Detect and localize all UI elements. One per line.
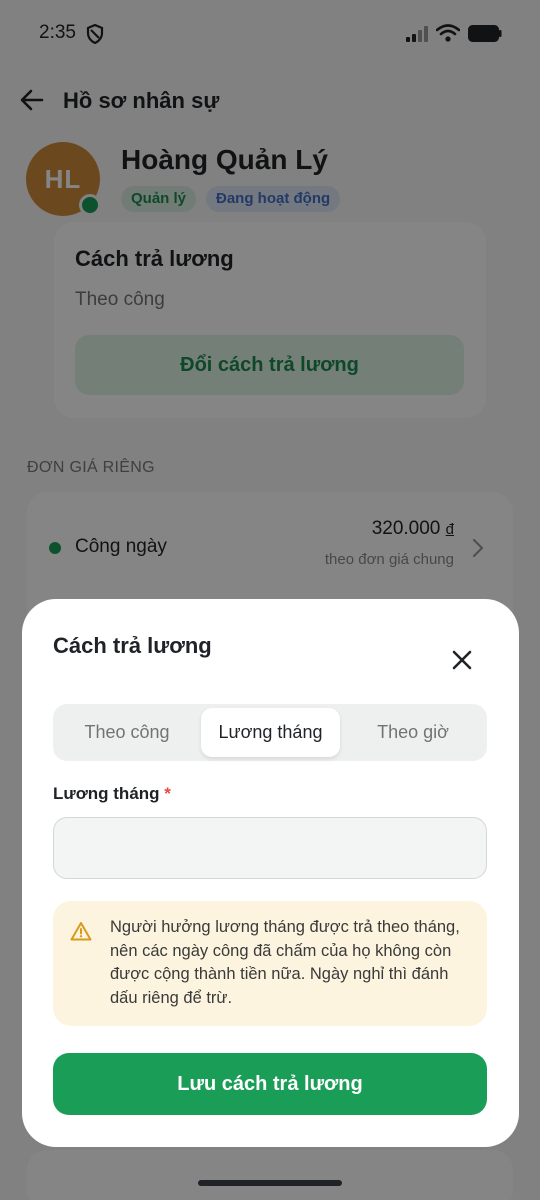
home-indicator[interactable] <box>198 1180 342 1186</box>
required-mark: * <box>164 784 171 803</box>
sheet-title: Cách trả lương <box>53 633 212 658</box>
monthly-salary-label-text: Lương tháng <box>53 784 160 803</box>
alert-text: Người hưởng lương tháng được trả theo th… <box>110 918 460 1007</box>
save-pay-method-button[interactable]: Lưu cách trả lương <box>53 1053 487 1115</box>
pay-method-sheet: Cách trả lương Theo công Lương tháng The… <box>22 599 519 1147</box>
tab-theo-gio[interactable]: Theo giờ <box>343 708 483 757</box>
info-alert: Người hưởng lương tháng được trả theo th… <box>53 901 487 1026</box>
monthly-salary-label: Lương tháng * <box>53 784 171 804</box>
pay-type-segmented-control: Theo công Lương tháng Theo giờ <box>53 704 487 761</box>
close-icon[interactable] <box>447 645 477 675</box>
tab-luong-thang[interactable]: Lương tháng <box>201 708 340 757</box>
warning-triangle-icon <box>70 922 92 941</box>
tab-theo-cong[interactable]: Theo công <box>57 708 197 757</box>
monthly-salary-input[interactable] <box>53 817 487 879</box>
